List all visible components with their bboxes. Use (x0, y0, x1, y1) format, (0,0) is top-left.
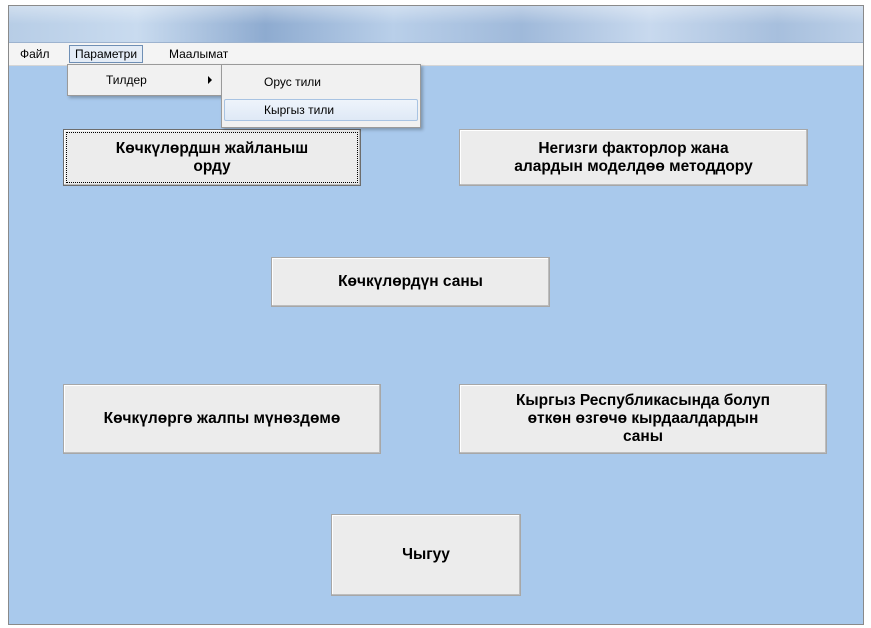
menu-parameters[interactable]: Параметри (69, 45, 144, 63)
menu-item-languages-label: Тилдер (106, 73, 147, 87)
submenu-arrow-icon (208, 76, 212, 84)
menu-bar: Файл Параметри Маалымат (9, 43, 863, 66)
menu-item-russian[interactable]: Орус тили (224, 71, 418, 93)
emergencies-count-button[interactable]: Кыргыз Республикасында болуп өткөн өзгөч… (459, 384, 827, 454)
menu-item-kyrgyz-label: Кыргыз тили (264, 103, 335, 117)
general-characteristics-button[interactable]: Көчкүлөргө жалпы мүнөздөмө (63, 384, 381, 454)
menu-item-russian-label: Орус тили (264, 75, 321, 89)
exit-button[interactable]: Чыгуу (331, 514, 521, 596)
menu-item-languages[interactable]: Тилдер (70, 69, 224, 91)
menu-info[interactable]: Маалымат (164, 45, 233, 63)
app-window: Файл Параметри Маалымат Көчкүлөрдшн жайл… (8, 5, 864, 625)
menu-file[interactable]: Файл (15, 45, 55, 63)
title-bar-glow (9, 6, 863, 24)
title-bar[interactable] (9, 6, 863, 43)
landslide-placement-button[interactable]: Көчкүлөрдшн жайланыш орду (63, 129, 361, 186)
main-panel: Көчкүлөрдшн жайланыш орду Негизги фактор… (9, 66, 863, 624)
languages-submenu: Орус тили Кыргыз тили (221, 64, 421, 128)
factors-methods-button[interactable]: Негизги факторлор жана алардын моделдөө … (459, 129, 808, 186)
parameters-dropdown: Тилдер (67, 64, 227, 96)
menu-item-kyrgyz[interactable]: Кыргыз тили (224, 99, 418, 121)
landslide-count-button[interactable]: Көчкүлөрдүн саны (271, 257, 550, 307)
